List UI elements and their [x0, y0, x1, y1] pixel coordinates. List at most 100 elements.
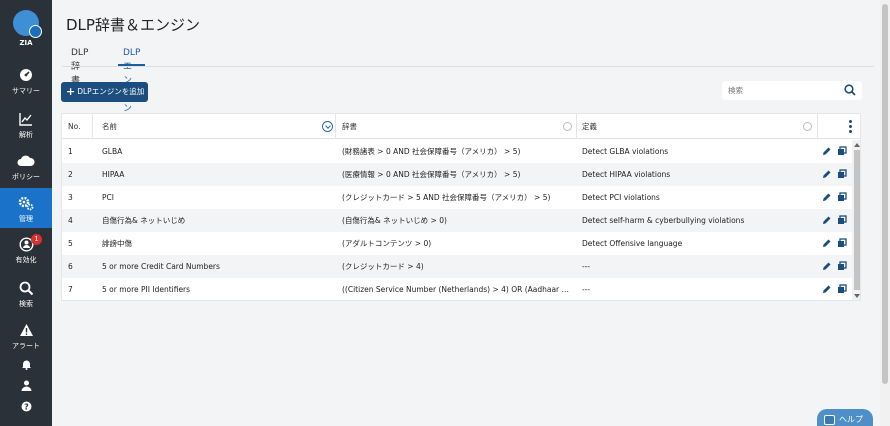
cell-definition: Detect GLBA violations	[582, 147, 669, 156]
cell-dictionary: (医療情報 > 0 AND 社会保障番号（アメリカ） > 5)	[342, 170, 521, 179]
header-definition[interactable]: 定義	[582, 114, 597, 139]
cell-name: PCI	[102, 193, 114, 202]
sidebar-item-analytics[interactable]: 解析	[0, 112, 52, 140]
globe-check-icon	[13, 10, 42, 38]
sidebar-item-label: サマリー	[12, 87, 40, 95]
plus-icon: +	[66, 85, 76, 98]
edit-pencil-icon[interactable]	[822, 261, 832, 271]
add-button-label: DLPエンジンを追加	[77, 87, 145, 96]
analytics-chart-icon	[0, 112, 52, 128]
cell-dictionary: (財務諸表 > 0 AND 社会保障番号（アメリカ） > 5)	[342, 147, 521, 156]
sidebar-item-search[interactable]: 検索	[0, 281, 52, 309]
copy-icon[interactable]	[837, 192, 847, 202]
search-box	[722, 81, 862, 100]
scroll-up-icon[interactable]	[854, 143, 860, 147]
sidebar-item-label: 管理	[19, 215, 33, 223]
help-label: ヘルプ	[839, 415, 863, 424]
alert-icon	[0, 323, 52, 339]
dashboard-gauge-icon	[0, 68, 52, 84]
chevron-down-icon[interactable]	[322, 121, 333, 132]
cell-dictionary: ((Citizen Service Number (Netherlands) >…	[342, 285, 570, 294]
table-scrollbar[interactable]	[852, 140, 860, 300]
cell-name: 5 or more PII Identifiers	[102, 285, 191, 294]
user-icon[interactable]	[0, 380, 52, 394]
search-input[interactable]	[722, 81, 838, 100]
cell-definition: ---	[582, 262, 591, 271]
sidebar-item-alerts[interactable]: アラート	[0, 323, 52, 351]
sidebar-item-policy[interactable]: ポリシー	[0, 154, 52, 182]
page-scrollbar[interactable]	[880, 0, 890, 426]
zia-logo[interactable]: ZIA	[0, 10, 52, 47]
sidebar-item-label: ポリシー	[12, 173, 40, 181]
cell-name: HIPAA	[102, 170, 125, 179]
main-content: DLP辞書＆エンジン DLP辞書 DLPエンジン +DLPエンジンを追加 No.…	[52, 0, 880, 426]
activation-badge: 1	[31, 234, 42, 245]
edit-pencil-icon[interactable]	[822, 238, 832, 248]
dlp-engines-table: No. 名前 辞書 定義 1 GLBA (財務諸表 > 0 AND 社会保障番号（ア…	[61, 113, 861, 301]
cell-name: 5 or more Credit Card Numbers	[102, 262, 220, 271]
search-icon	[0, 281, 52, 297]
sidebar-item-summary[interactable]: サマリー	[0, 68, 52, 96]
copy-icon[interactable]	[837, 215, 847, 225]
cell-no: 1	[68, 147, 73, 156]
help-circle-icon[interactable]: ?	[0, 401, 52, 415]
sidebar-item-admin[interactable]: 管理	[0, 188, 52, 228]
sidebar-item-activation[interactable]: 1 有効化	[0, 234, 52, 265]
edit-pencil-icon[interactable]	[822, 192, 832, 202]
sidebar-item-label: アラート	[12, 342, 40, 350]
help-button[interactable]: ヘルプ	[817, 409, 873, 426]
table-row[interactable]: 5 誹謗中傷 (アダルトコンテンツ > 0) Detect Offensive lan…	[62, 232, 852, 255]
cell-dictionary: (クレジットカード > 4)	[342, 262, 424, 271]
cell-no: 2	[68, 170, 73, 179]
scroll-thumb[interactable]	[854, 150, 860, 290]
table-row[interactable]: 6 5 or more Credit Card Numbers (クレジットカード …	[62, 255, 852, 278]
bell-icon[interactable]	[0, 359, 52, 373]
tab-dlp-engines[interactable]: DLPエンジン	[118, 46, 146, 114]
tab-dlp-dictionaries[interactable]: DLP辞書	[66, 46, 93, 86]
page-title: DLP辞書＆エンジン	[66, 16, 200, 34]
page-scroll-thumb[interactable]	[882, 4, 888, 384]
cell-dictionary: (クレジットカード > 5 AND 社会保障番号（アメリカ） > 5)	[342, 193, 551, 202]
copy-icon[interactable]	[837, 261, 847, 271]
sort-icon[interactable]	[563, 122, 572, 131]
column-separator	[335, 114, 336, 139]
edit-pencil-icon[interactable]	[822, 284, 832, 294]
header-name[interactable]: 名前	[102, 114, 117, 139]
scroll-down-icon[interactable]	[854, 294, 860, 298]
tab-divider	[62, 66, 874, 67]
column-separator	[92, 114, 93, 139]
activation-icon	[0, 237, 52, 253]
logo-label: ZIA	[19, 39, 33, 47]
search-icon[interactable]	[844, 84, 856, 96]
table-row[interactable]: 3 PCI (クレジットカード > 5 AND 社会保障番号（アメリカ） > 5) D…	[62, 186, 852, 209]
edit-pencil-icon[interactable]	[822, 169, 832, 179]
table-header: No. 名前 辞書 定義	[62, 114, 860, 139]
header-no: No.	[68, 122, 81, 131]
add-dlp-engine-button[interactable]: + DLPエンジンを追加	[61, 82, 148, 102]
copy-icon[interactable]	[837, 169, 847, 179]
column-separator	[817, 114, 818, 139]
table-row[interactable]: 2 HIPAA (医療情報 > 0 AND 社会保障番号（アメリカ） > 5) Det…	[62, 163, 852, 186]
sidebar-item-label: 解析	[19, 131, 33, 139]
table-row[interactable]: 1 GLBA (財務諸表 > 0 AND 社会保障番号（アメリカ） > 5) Dete…	[62, 140, 852, 163]
cell-name: GLBA	[102, 147, 123, 156]
table-row[interactable]: 7 5 or more PII Identifiers ((Citizen Serv…	[62, 278, 852, 300]
svg-text:?: ?	[24, 402, 29, 411]
table-row[interactable]: 4 自傷行為& ネットいじめ (自傷行為& ネットいじめ > 0) Detect se…	[62, 209, 852, 232]
cell-no: 3	[68, 193, 73, 202]
gears-icon	[0, 196, 52, 212]
cell-no: 4	[68, 216, 73, 225]
copy-icon[interactable]	[837, 284, 847, 294]
column-separator	[576, 114, 577, 139]
copy-icon[interactable]	[837, 238, 847, 248]
copy-icon[interactable]	[837, 146, 847, 156]
column-menu-icon[interactable]	[849, 120, 852, 133]
edit-pencil-icon[interactable]	[822, 215, 832, 225]
sidebar-item-label: 検索	[19, 300, 33, 308]
sort-icon[interactable]	[803, 122, 812, 131]
cell-dictionary: (アダルトコンテンツ > 0)	[342, 239, 432, 248]
header-dictionary[interactable]: 辞書	[342, 114, 357, 139]
cell-definition: Detect HIPAA violations	[582, 170, 671, 179]
cell-name: 自傷行為& ネットいじめ	[102, 216, 186, 225]
edit-pencil-icon[interactable]	[822, 146, 832, 156]
